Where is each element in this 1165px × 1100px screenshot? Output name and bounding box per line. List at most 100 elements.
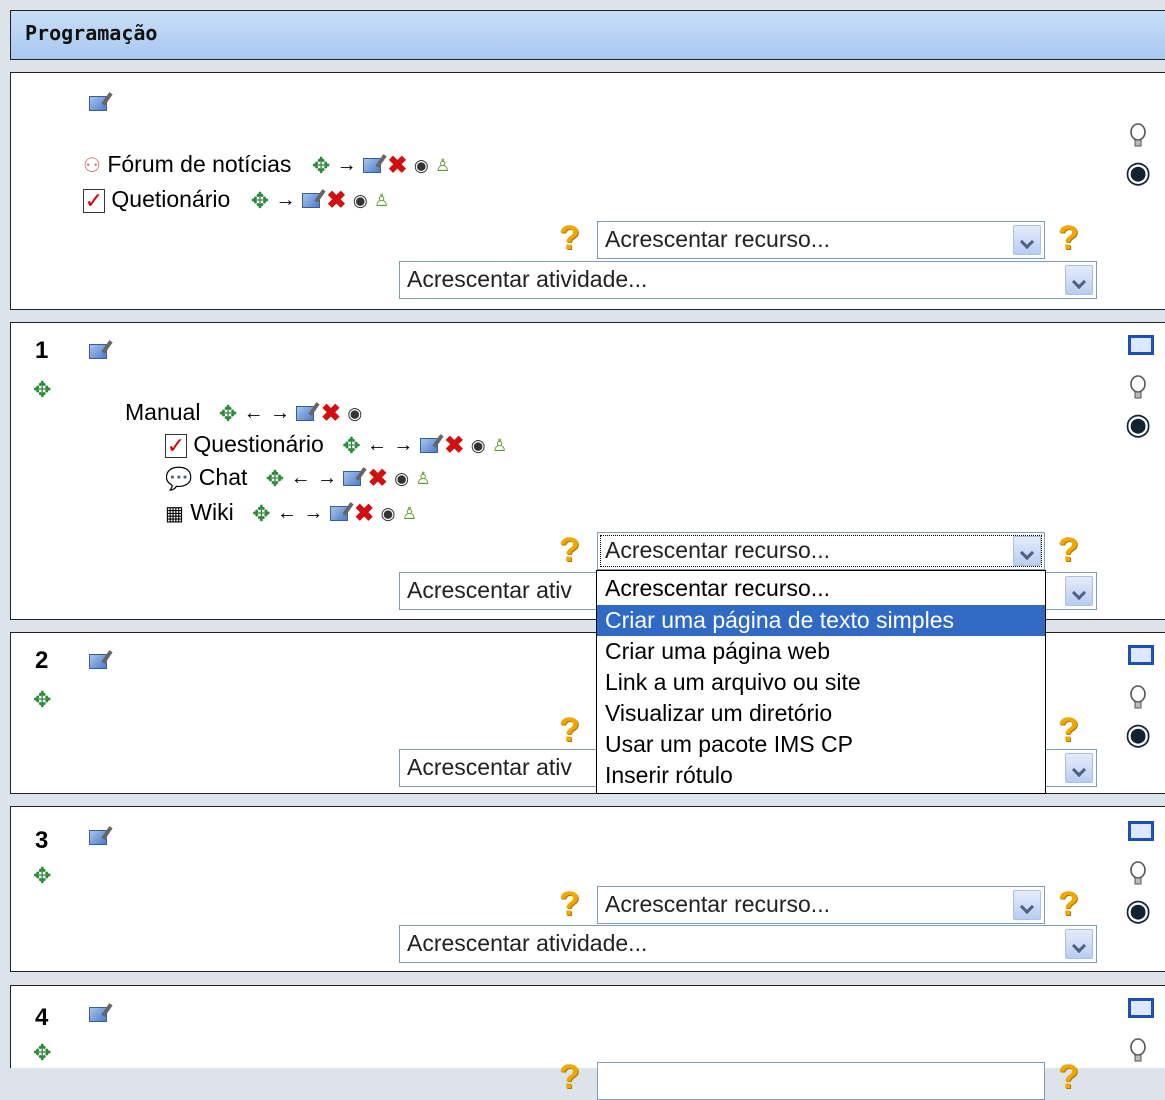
help-icon[interactable]: ? (1058, 221, 1079, 255)
indent-left-icon[interactable]: ← (244, 402, 264, 425)
lightbulb-icon[interactable] (1129, 375, 1147, 401)
help-icon[interactable]: ? (1058, 713, 1079, 747)
indent-right-icon[interactable]: → (317, 467, 337, 490)
section-number: 2 (35, 647, 49, 674)
indent-right-icon[interactable]: → (303, 502, 323, 525)
group-mode-icon[interactable]: ♙ (492, 436, 507, 456)
edit-icon[interactable] (363, 158, 382, 174)
eye-icon[interactable]: ◉ (471, 436, 486, 456)
edit-icon[interactable] (301, 193, 320, 209)
move-icon[interactable]: ✥ (219, 401, 237, 427)
indent-left-icon[interactable]: ← (367, 434, 387, 457)
help-icon[interactable]: ? (1058, 887, 1079, 921)
edit-summary-icon[interactable] (89, 654, 107, 670)
group-mode-icon[interactable]: ♙ (435, 156, 450, 176)
delete-icon[interactable]: ✖ (368, 464, 388, 493)
show-only-section-icon[interactable] (1128, 645, 1154, 665)
edit-summary-icon[interactable] (89, 344, 107, 360)
help-icon[interactable]: ? (1058, 533, 1079, 567)
delete-icon[interactable]: ✖ (326, 186, 346, 215)
list-item[interactable]: ⚇ Fórum de notícias ✥ → ✖ ◉ ♙ (83, 151, 450, 180)
indent-right-icon[interactable]: → (337, 154, 357, 177)
indent-left-icon[interactable]: ← (291, 467, 311, 490)
quiz-link[interactable]: Quetionário (111, 186, 230, 212)
dropdown-option[interactable]: Inserir rótulo (597, 760, 1045, 791)
add-resource-select[interactable]: Acrescentar recurso... (597, 532, 1045, 570)
dropdown-option-highlighted[interactable]: Criar uma página de texto simples (597, 605, 1045, 636)
eye-icon[interactable]: ◉ (353, 191, 368, 211)
lightbulb-icon[interactable] (1129, 685, 1147, 711)
select-value: Acrescentar recurso... (605, 537, 830, 563)
wiki-link[interactable]: Wiki (190, 499, 233, 525)
indent-left-icon[interactable]: ← (277, 502, 297, 525)
list-item[interactable]: ✓ Questionário ✥ ← → ✖ ◉ ♙ (165, 431, 507, 460)
move-icon[interactable]: ✥ (342, 433, 360, 459)
help-icon[interactable]: ? (559, 533, 580, 567)
forum-link[interactable]: Fórum de notícias (107, 151, 291, 177)
show-only-section-icon[interactable] (1128, 998, 1154, 1018)
lightbulb-icon[interactable] (1129, 123, 1147, 149)
indent-right-icon[interactable]: → (276, 189, 296, 212)
resource-dropdown-list[interactable]: Acrescentar recurso... Criar uma página … (596, 570, 1046, 794)
dropdown-option[interactable]: Acrescentar recurso... (597, 573, 1045, 604)
edit-summary-icon[interactable] (89, 830, 107, 846)
edit-icon[interactable] (329, 506, 348, 522)
group-mode-icon[interactable]: ♙ (416, 469, 431, 489)
add-activity-select[interactable]: Acrescentar atividade... (399, 261, 1097, 299)
move-section-icon[interactable]: ✥ (33, 377, 51, 403)
move-section-icon[interactable]: ✥ (33, 1040, 51, 1066)
eye-icon[interactable]: ◉ (1125, 893, 1151, 928)
eye-icon[interactable]: ◉ (1125, 717, 1151, 752)
edit-summary-icon[interactable] (89, 1007, 107, 1023)
dropdown-option[interactable]: Usar um pacote IMS CP (597, 729, 1045, 760)
lightbulb-icon[interactable] (1129, 1038, 1147, 1064)
delete-icon[interactable]: ✖ (354, 499, 374, 528)
edit-icon[interactable] (296, 406, 315, 422)
eye-icon[interactable]: ◉ (1125, 155, 1151, 190)
help-icon[interactable]: ? (559, 1060, 580, 1094)
help-icon[interactable]: ? (559, 887, 580, 921)
indent-right-icon[interactable]: → (270, 402, 290, 425)
move-icon[interactable]: ✥ (251, 188, 269, 214)
move-icon[interactable]: ✥ (266, 466, 284, 492)
eye-icon[interactable]: ◉ (394, 469, 409, 489)
help-icon[interactable]: ? (559, 713, 580, 747)
page-title: Programação (25, 21, 158, 45)
quiz-link[interactable]: Questionário (193, 431, 323, 457)
section-3: 3 ✥ ? Acrescentar recurso... ? Acrescent… (10, 806, 1165, 972)
eye-icon[interactable]: ◉ (1125, 407, 1151, 442)
delete-icon[interactable]: ✖ (387, 151, 407, 180)
eye-icon[interactable]: ◉ (381, 504, 396, 524)
add-resource-select[interactable]: Acrescentar recurso... (597, 886, 1045, 924)
section-4: 4 ✥ ? ? (10, 985, 1165, 1100)
edit-summary-icon[interactable] (89, 96, 107, 112)
add-activity-select[interactable]: Acrescentar atividade... (399, 925, 1097, 963)
help-icon[interactable]: ? (559, 221, 580, 255)
delete-icon[interactable]: ✖ (444, 431, 464, 460)
eye-icon[interactable]: ◉ (414, 156, 429, 176)
show-only-section-icon[interactable] (1128, 335, 1154, 355)
add-resource-select[interactable]: Acrescentar recurso... (597, 221, 1045, 259)
indent-right-icon[interactable]: → (393, 434, 413, 457)
help-icon[interactable]: ? (1058, 1060, 1079, 1094)
move-section-icon[interactable]: ✥ (33, 863, 51, 889)
lightbulb-icon[interactable] (1129, 861, 1147, 887)
move-icon[interactable]: ✥ (312, 153, 330, 179)
list-item[interactable]: 💬 Chat ✥ ← → ✖ ◉ ♙ (165, 464, 431, 493)
dropdown-option[interactable]: Criar uma página web (597, 636, 1045, 667)
show-only-section-icon[interactable] (1128, 821, 1154, 841)
dropdown-option[interactable]: Visualizar um diretório (597, 698, 1045, 729)
group-mode-icon[interactable]: ♙ (374, 191, 389, 211)
list-item[interactable]: ▦ Wiki ✥ ← → ✖ ◉ ♙ (165, 499, 417, 528)
edit-icon[interactable] (419, 438, 438, 454)
delete-icon[interactable]: ✖ (321, 399, 341, 428)
chat-icon: 💬 (165, 465, 193, 491)
dropdown-option[interactable]: Link a um arquivo ou site (597, 667, 1045, 698)
move-icon[interactable]: ✥ (252, 501, 270, 527)
chat-link[interactable]: Chat (199, 464, 248, 490)
move-section-icon[interactable]: ✥ (33, 687, 51, 713)
edit-icon[interactable] (343, 471, 362, 487)
list-item[interactable]: ✓ Quetionário ✥ → ✖ ◉ ♙ (83, 186, 389, 215)
eye-icon[interactable]: ◉ (347, 404, 362, 424)
group-mode-icon[interactable]: ♙ (402, 504, 417, 524)
